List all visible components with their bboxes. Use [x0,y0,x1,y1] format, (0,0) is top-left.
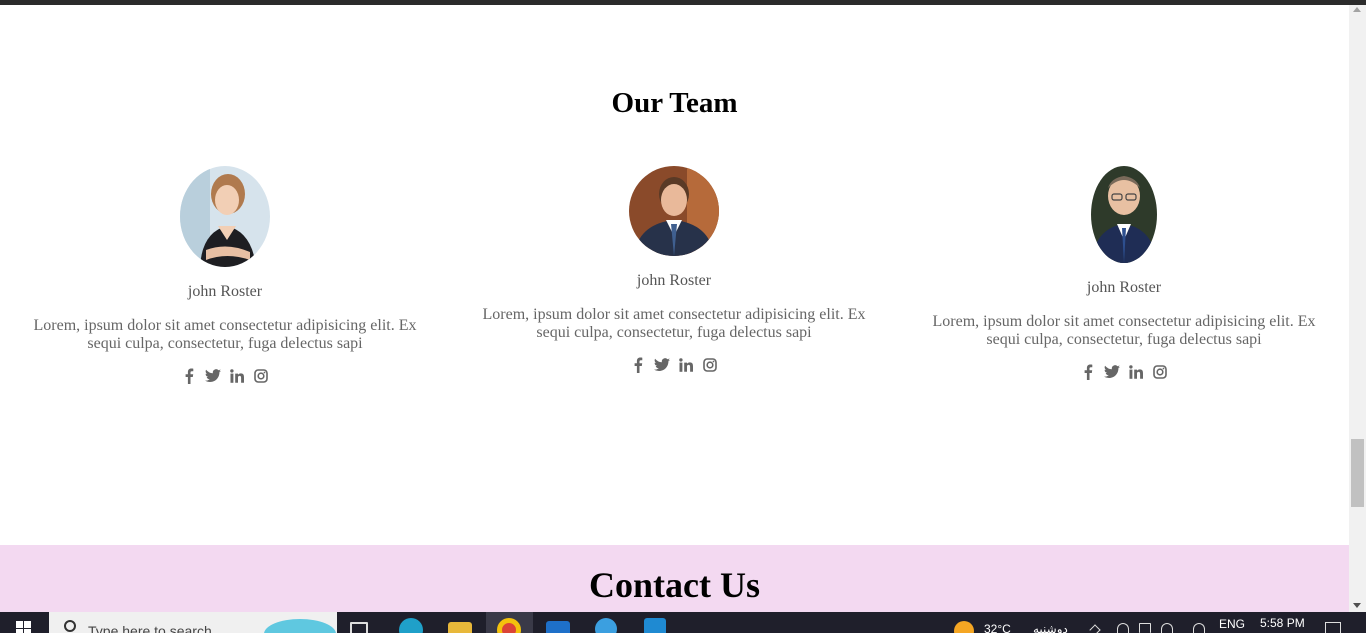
page-scrollbar[interactable] [1349,5,1366,612]
twitter-icon[interactable] [1104,364,1120,380]
twitter-icon[interactable] [654,357,670,373]
scroll-up-arrow-icon[interactable] [1353,7,1361,12]
instagram-icon[interactable] [1152,364,1168,380]
team-card: john Roster Lorem, ipsum dolor sit amet … [449,166,899,373]
social-links [899,364,1349,380]
member-description: Lorem, ipsum dolor sit amet consectetur … [932,313,1316,348]
twitter-icon[interactable] [205,368,221,384]
taskbar-search-box[interactable]: Type here to search [49,612,337,633]
battery-icon[interactable] [1139,623,1151,633]
page-content: Our Team john Roster Lorem, ipsum dolor … [0,5,1349,612]
windows-taskbar: Type here to search 32°C دوشنبه ENG 5:58… [0,612,1366,633]
contact-section-title: Contact Us [589,565,760,605]
member-description: Lorem, ipsum dolor sit amet consectetur … [33,317,417,352]
scroll-thumb[interactable] [1351,439,1364,507]
wifi-icon[interactable] [1117,623,1129,633]
contact-section: Contact Us [0,545,1349,612]
file-explorer-icon[interactable] [448,622,472,633]
scroll-down-arrow-icon[interactable] [1353,603,1361,608]
clock-time[interactable]: 5:58 PM [1260,616,1305,630]
search-placeholder: Type here to search [88,623,212,633]
social-links [0,368,450,384]
search-icon [64,620,76,632]
member-name: john Roster [187,283,263,300]
member-photo [1091,166,1157,263]
internet-explorer-icon[interactable] [595,618,617,633]
search-highlight-image [264,619,336,633]
weather-sun-icon[interactable] [954,621,974,633]
team-card: john Roster Lorem, ipsum dolor sit amet … [899,166,1349,380]
linkedin-icon[interactable] [1128,364,1144,380]
linkedin-icon[interactable] [678,357,694,373]
linkedin-icon[interactable] [229,368,245,384]
task-view-icon[interactable] [350,622,368,633]
team-card: john Roster Lorem, ipsum dolor sit amet … [0,166,450,384]
weather-text[interactable]: دوشنبه [1033,622,1068,633]
weather-temperature[interactable]: 32°C [984,622,1011,633]
member-description: Lorem, ipsum dolor sit amet consectetur … [482,306,866,341]
show-hidden-icons-icon[interactable] [1089,624,1101,633]
instagram-icon[interactable] [253,368,269,384]
windows-start-icon[interactable] [16,621,32,633]
volume-icon[interactable] [1161,623,1173,633]
vscode-icon[interactable] [644,618,666,633]
facebook-icon[interactable] [630,357,646,373]
facebook-icon[interactable] [1080,364,1096,380]
instagram-icon[interactable] [702,357,718,373]
member-photo [180,166,270,267]
team-section-title: Our Team [611,87,738,119]
pen-icon[interactable] [1193,623,1205,633]
facebook-icon[interactable] [181,368,197,384]
member-photo [629,166,719,256]
member-name: john Roster [1086,279,1162,296]
notification-center-icon[interactable] [1325,622,1341,633]
member-name: john Roster [636,272,712,289]
input-language[interactable]: ENG [1219,617,1245,631]
edge-icon[interactable] [399,618,423,633]
social-links [449,357,899,373]
mail-icon[interactable] [546,621,570,633]
